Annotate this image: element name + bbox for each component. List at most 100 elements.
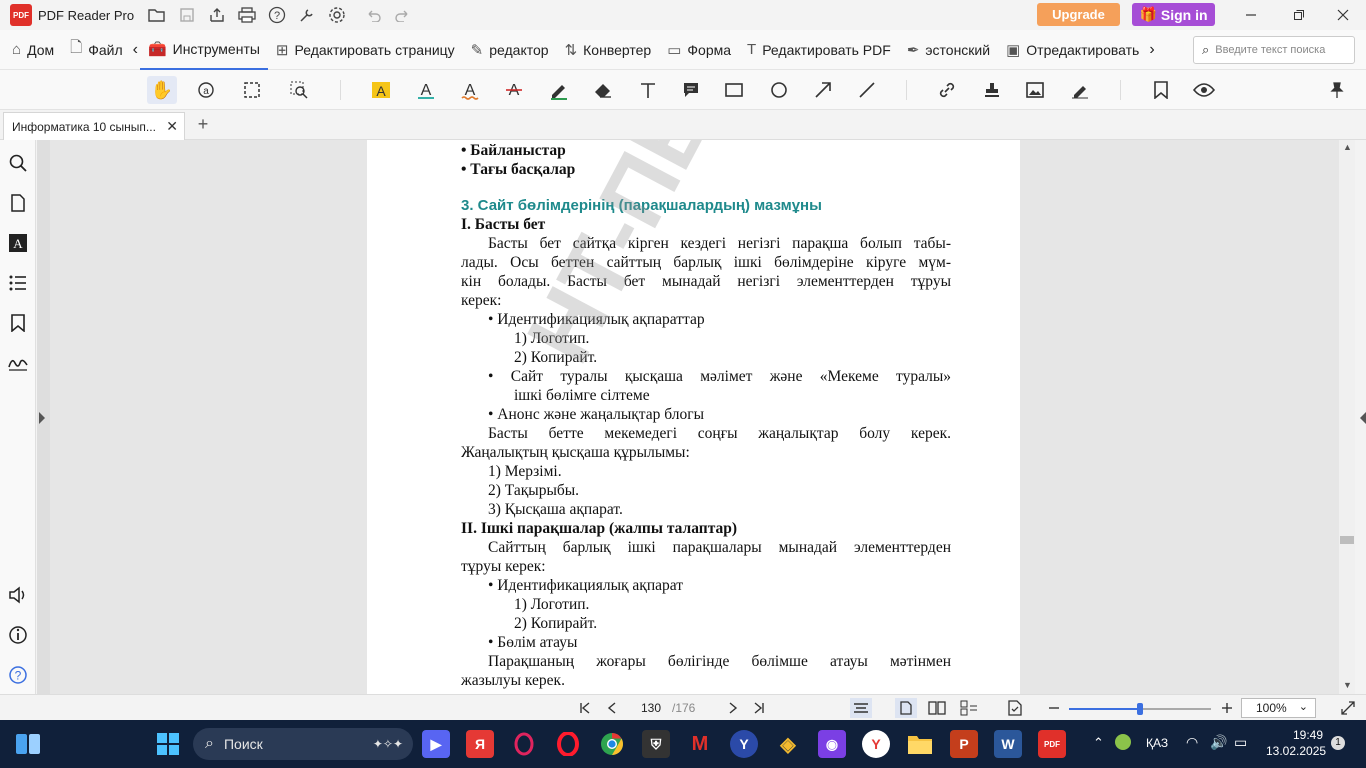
text-tool-icon[interactable] xyxy=(633,76,663,104)
notification-badge[interactable]: 1 xyxy=(1331,736,1345,750)
sidebar-thumbnails-icon[interactable] xyxy=(6,191,30,215)
close-window-button[interactable] xyxy=(1320,0,1366,30)
menu-converter[interactable]: ⇅ Конвертер xyxy=(557,30,660,70)
pdf-page[interactable]: жазылуы керек. Парақшаның жоғары бөлігінд… xyxy=(367,140,1020,694)
menu-estonian[interactable]: ✒ эстонский xyxy=(899,30,998,70)
upgrade-button[interactable]: Upgrade xyxy=(1037,3,1120,26)
sidebar-search-icon[interactable] xyxy=(6,151,30,175)
previous-page-icon[interactable] xyxy=(601,698,623,718)
scroll-mode-icon[interactable] xyxy=(958,698,980,718)
clock-date[interactable]: 13.02.2025 xyxy=(1266,744,1326,758)
file-explorer-icon[interactable] xyxy=(906,730,934,758)
y-app-icon[interactable]: Y xyxy=(730,730,758,758)
zoom-in-icon[interactable] xyxy=(1216,698,1238,718)
language-indicator[interactable]: ҚАЗ xyxy=(1146,736,1168,750)
last-page-icon[interactable] xyxy=(748,698,770,718)
powerpoint-icon[interactable]: P xyxy=(950,730,978,758)
signature-icon[interactable] xyxy=(1065,76,1095,104)
opera-icon[interactable] xyxy=(554,730,582,758)
menu-file[interactable]: 🗋 Файл xyxy=(62,30,130,70)
menu-edit-page[interactable]: ⊞ Редактировать страницу xyxy=(268,30,463,70)
arrow-icon[interactable] xyxy=(808,76,838,104)
open-folder-icon[interactable] xyxy=(142,2,172,28)
single-page-icon[interactable] xyxy=(895,698,917,718)
zoom-slider[interactable] xyxy=(1069,703,1211,715)
volume-icon[interactable]: 🔊 xyxy=(1210,734,1227,751)
wifi-icon[interactable]: ◠ xyxy=(1186,734,1198,751)
comment-icon[interactable] xyxy=(676,76,706,104)
line-icon[interactable] xyxy=(852,76,882,104)
signin-button[interactable]: 🎁 Sign in xyxy=(1132,3,1215,26)
zoom-select[interactable]: 100% ⌄ xyxy=(1241,698,1316,718)
chrome-icon[interactable] xyxy=(598,730,626,758)
pdf-reader-taskbar-icon[interactable]: PDF xyxy=(1038,730,1066,758)
link-icon[interactable] xyxy=(932,76,962,104)
menu-home[interactable]: ⌂ Дом xyxy=(4,30,62,70)
circle-icon[interactable] xyxy=(764,76,794,104)
two-page-icon[interactable] xyxy=(926,698,948,718)
fit-width-icon[interactable] xyxy=(850,698,872,718)
maximize-button[interactable] xyxy=(1276,0,1322,30)
undo-icon[interactable] xyxy=(358,2,388,28)
fullscreen-icon[interactable] xyxy=(1337,698,1359,718)
settings-icon[interactable] xyxy=(322,2,352,28)
current-page-field[interactable]: 130 xyxy=(632,698,670,718)
pin-icon[interactable] xyxy=(1322,76,1352,104)
search-input[interactable]: ⌕ Введите текст поиска xyxy=(1193,36,1355,64)
menu-edit-pdf[interactable]: T Редактировать PDF xyxy=(739,30,899,70)
meet-app-icon[interactable]: ▶ xyxy=(422,730,450,758)
rectangle-icon[interactable] xyxy=(719,76,749,104)
eraser-icon[interactable] xyxy=(588,76,618,104)
squiggly-icon[interactable]: A xyxy=(455,76,485,104)
menu-redact[interactable]: ▣ Отредактировать xyxy=(998,30,1147,70)
select-area-icon[interactable] xyxy=(237,76,267,104)
document-tab[interactable]: Информатика 10 сынып... ✕ xyxy=(3,112,185,140)
binance-icon[interactable]: ◈ xyxy=(774,730,802,758)
zoom-slider-knob[interactable] xyxy=(1137,703,1143,715)
highlight-icon[interactable]: A xyxy=(366,76,396,104)
zoom-area-icon[interactable] xyxy=(284,76,314,104)
collapse-right-panel-icon[interactable] xyxy=(1360,412,1366,424)
clock-time[interactable]: 19:49 xyxy=(1293,728,1323,742)
tray-app-icon[interactable] xyxy=(1115,734,1131,750)
sidebar-signature-icon[interactable] xyxy=(6,351,30,375)
scroll-down-icon[interactable]: ▼ xyxy=(1343,680,1352,690)
image-icon[interactable] xyxy=(1020,76,1050,104)
eye-icon[interactable] xyxy=(1189,76,1219,104)
minimize-button[interactable] xyxy=(1228,0,1274,30)
yandex-browser-icon[interactable]: Y xyxy=(862,730,890,758)
battery-icon[interactable]: ▭ xyxy=(1234,734,1247,751)
bookmark-icon[interactable] xyxy=(1146,76,1176,104)
wrench-icon[interactable] xyxy=(292,2,322,28)
redo-icon[interactable] xyxy=(388,2,418,28)
hand-tool-icon[interactable]: ✋ xyxy=(147,76,177,104)
scroll-up-icon[interactable]: ▲ xyxy=(1343,142,1352,152)
sidebar-outline-icon[interactable] xyxy=(6,271,30,295)
game-controller-icon[interactable]: ◉ xyxy=(818,730,846,758)
sidebar-help-icon[interactable]: ? xyxy=(6,663,30,687)
strikethrough-icon[interactable]: A xyxy=(499,76,529,104)
select-text-icon[interactable]: a xyxy=(192,76,222,104)
stamp-icon[interactable] xyxy=(977,76,1007,104)
menu-editor[interactable]: ✎ редактор xyxy=(463,30,557,70)
save-icon[interactable] xyxy=(172,2,202,28)
pen-icon[interactable] xyxy=(544,76,574,104)
add-tab-icon[interactable]: + xyxy=(192,113,214,135)
menu-form[interactable]: ▭ Форма xyxy=(659,30,739,70)
collapse-left-panel-icon[interactable] xyxy=(39,412,45,424)
vertical-scrollbar[interactable]: ▲ ▼ xyxy=(1339,140,1355,694)
opera-gx-icon[interactable] xyxy=(510,730,538,758)
print-icon[interactable] xyxy=(232,2,262,28)
next-page-icon[interactable] xyxy=(722,698,744,718)
word-icon[interactable]: W xyxy=(994,730,1022,758)
page-info-icon[interactable] xyxy=(1004,698,1026,718)
tray-overflow-icon[interactable]: ⌃ xyxy=(1093,735,1104,751)
document-canvas[interactable]: жазылуы керек. Парақшаның жоғары бөлігінд… xyxy=(37,140,1339,694)
close-tab-icon[interactable]: ✕ xyxy=(166,118,178,135)
sidebar-fonts-icon[interactable]: A xyxy=(6,231,30,255)
scrollbar-thumb[interactable] xyxy=(1340,536,1354,544)
menu-scroll-left[interactable]: ‹ xyxy=(131,30,140,70)
sidebar-speaker-icon[interactable] xyxy=(6,583,30,607)
sidebar-info-icon[interactable] xyxy=(6,623,30,647)
widgets-icon[interactable] xyxy=(14,730,42,758)
